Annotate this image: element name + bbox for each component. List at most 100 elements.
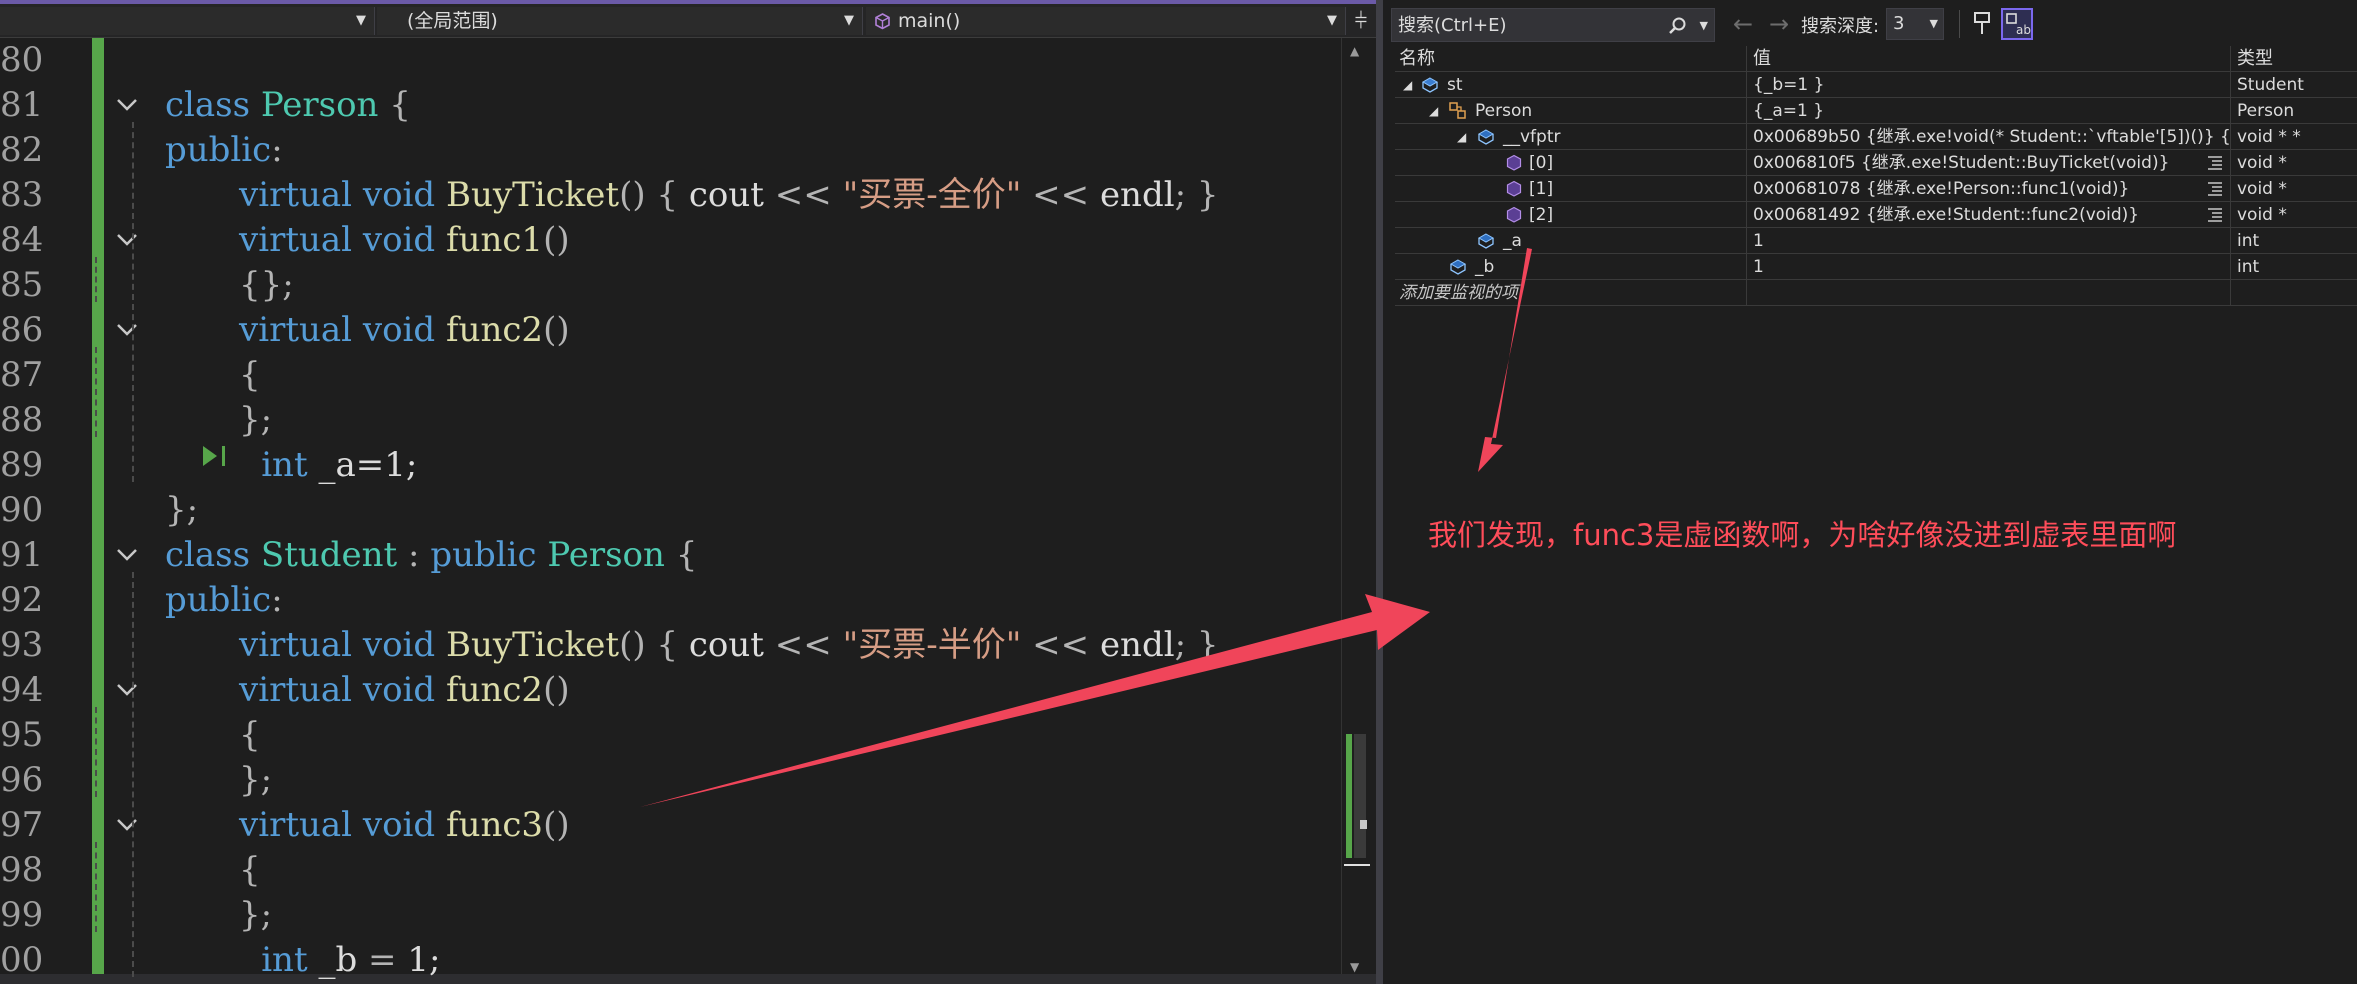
watch-value-cell[interactable]: 0x00681078 {继承.exe!Person::func1(void)}: [1747, 176, 2231, 202]
arrow-left-icon[interactable]: ←: [1733, 10, 1753, 38]
code-line[interactable]: virtual void BuyTicket() { cout << "买票-半…: [239, 623, 1219, 668]
nav-project-dropdown[interactable]: ▼: [0, 7, 375, 35]
run-to-cursor-icon[interactable]: [200, 442, 232, 470]
watch-value-cell[interactable]: 0x006810f5 {继承.exe!Student::BuyTicket(vo…: [1747, 150, 2231, 176]
collapse-triangle-icon[interactable]: ◢: [1403, 72, 1412, 98]
code-token: {: [656, 625, 679, 665]
line-number-gutter: 80 81 82 83 84 85 86 87 88 89 90 91 92 93 94 95 96 97 98 99…: [0, 38, 62, 984]
add-watch-placeholder[interactable]: 添加要监视的项: [1395, 280, 1747, 306]
fold-chevron-icon[interactable]: [113, 218, 141, 263]
add-watch-value-cell: [1747, 280, 2231, 306]
chevron-down-icon[interactable]: ▼: [1700, 9, 1708, 42]
fold-chevron-icon[interactable]: [113, 533, 141, 578]
code-line[interactable]: };: [239, 398, 272, 443]
code-token: BuyTicket: [446, 625, 620, 665]
code-line[interactable]: int _b = 1;: [261, 938, 440, 983]
scroll-up-arrow-icon[interactable]: ▲: [1350, 44, 1359, 58]
code-line[interactable]: virtual void func2(): [239, 668, 570, 713]
visualizer-icon[interactable]: [2206, 154, 2224, 170]
watch-row[interactable]: [1] 0x00681078 {继承.exe!Person::func1(void…: [1395, 176, 2357, 202]
watch-value: 0x00681078 {继承.exe!Person::func1(void)}: [1753, 179, 2130, 199]
watch-value-cell[interactable]: 0x00689b50 {继承.exe!void(* Student::`vfta…: [1747, 124, 2231, 150]
code-token: }: [1196, 175, 1219, 215]
search-icon[interactable]: [1668, 16, 1688, 36]
code-line[interactable]: class Person {: [165, 83, 411, 128]
code-line[interactable]: {};: [239, 263, 294, 308]
split-editor-icon[interactable]: ⫩: [1350, 8, 1372, 36]
watch-name-cell[interactable]: ◢ __vfptr: [1395, 124, 1747, 150]
editor-vertical-scrollbar[interactable]: ▲ ▼: [1341, 38, 1371, 984]
code-line[interactable]: virtual void func3(): [239, 803, 570, 848]
watch-value-cell[interactable]: 0x00681492 {继承.exe!Student::func2(void)}: [1747, 202, 2231, 228]
watch-row[interactable]: _a 1 int: [1395, 228, 2357, 254]
watch-row[interactable]: ◢ Person {_a=1 } Person: [1395, 98, 2357, 124]
code-line[interactable]: public:: [165, 578, 283, 623]
code-line[interactable]: int _a=1;: [261, 443, 417, 488]
add-watch-row[interactable]: 添加要监视的项: [1395, 280, 2357, 306]
watch-name: [0]: [1529, 153, 1554, 173]
scrollbar-thumb[interactable]: [1354, 734, 1366, 858]
pane-splitter[interactable]: [1376, 0, 1383, 984]
hex-display-icon[interactable]: ab: [2001, 8, 2033, 40]
watch-name-cell[interactable]: [1]: [1395, 176, 1747, 202]
visualizer-icon[interactable]: [2206, 206, 2224, 222]
watch-name-cell[interactable]: ◢ Person: [1395, 98, 1747, 124]
code-line[interactable]: {: [239, 713, 261, 758]
watch-value-cell[interactable]: {_a=1 }: [1747, 98, 2231, 124]
watch-name-cell[interactable]: _b: [1395, 254, 1747, 280]
watch-type: void *: [2237, 153, 2287, 173]
scrollbar-caret-marker: [1344, 864, 1370, 866]
code-line[interactable]: };: [239, 758, 272, 803]
column-header-value[interactable]: 值: [1747, 46, 2231, 72]
watch-value: {_b=1 }: [1753, 75, 1825, 95]
code-token: (): [619, 625, 646, 665]
scroll-down-arrow-icon[interactable]: ▼: [1350, 960, 1359, 974]
code-line[interactable]: {: [239, 848, 261, 893]
code-line[interactable]: };: [165, 488, 198, 533]
watch-type-cell: void *: [2231, 202, 2357, 228]
pin-icon[interactable]: [1969, 10, 1995, 38]
watch-name-cell[interactable]: [0]: [1395, 150, 1747, 176]
fold-chevron-icon[interactable]: [113, 83, 141, 128]
collapse-triangle-icon[interactable]: ◢: [1457, 124, 1466, 150]
watch-value-cell[interactable]: 1: [1747, 228, 2231, 254]
line-number: 97: [0, 805, 44, 845]
watch-row[interactable]: _b 1 int: [1395, 254, 2357, 280]
code-editor[interactable]: ▼ (全局范围) ▼ main() ▼ ⫩ 80 81 82 83 84 85 86 87 88…: [0, 0, 1376, 984]
watch-name: _a: [1503, 231, 1522, 251]
watch-value-cell[interactable]: 1: [1747, 254, 2231, 280]
column-header-type[interactable]: 类型: [2231, 46, 2357, 72]
watch-name-cell[interactable]: ◢ st: [1395, 72, 1747, 98]
watch-name: [1]: [1529, 179, 1554, 199]
watch-row[interactable]: ◢ __vfptr 0x00689b50 {继承.exe!void(* Studen…: [1395, 124, 2357, 150]
code-line[interactable]: public:: [165, 128, 283, 173]
code-token: ;: [1174, 175, 1187, 215]
visualizer-icon[interactable]: [2206, 180, 2224, 196]
fold-chevron-icon[interactable]: [113, 308, 141, 353]
watch-row[interactable]: [2] 0x00681492 {继承.exe!Student::func2(voi…: [1395, 202, 2357, 228]
code-line[interactable]: };: [239, 893, 272, 938]
watch-name-cell[interactable]: _a: [1395, 228, 1747, 254]
collapse-triangle-icon[interactable]: ◢: [1429, 98, 1438, 124]
code-token: Student: [260, 535, 398, 575]
nav-scope-dropdown[interactable]: (全局范围) ▼: [377, 7, 863, 35]
column-header-name[interactable]: 名称: [1395, 46, 1747, 72]
code-line[interactable]: virtual void func1(): [239, 218, 570, 263]
code-line[interactable]: class Student : public Person {: [165, 533, 697, 578]
field-icon: [1477, 233, 1495, 249]
code-token: {: [239, 850, 261, 890]
fold-chevron-icon[interactable]: [113, 803, 141, 848]
watch-row[interactable]: ◢ st {_b=1 } Student: [1395, 72, 2357, 98]
code-line[interactable]: {: [239, 353, 261, 398]
code-line[interactable]: virtual void func2(): [239, 308, 570, 353]
code-token: public: [430, 535, 537, 575]
fold-chevron-icon[interactable]: [113, 668, 141, 713]
watch-name-cell[interactable]: [2]: [1395, 202, 1747, 228]
watch-row[interactable]: [0] 0x006810f5 {继承.exe!Student::BuyTicket…: [1395, 150, 2357, 176]
nav-function-dropdown[interactable]: main() ▼: [866, 7, 1346, 35]
watch-search-input[interactable]: 搜索(Ctrl+E) ▼: [1391, 8, 1715, 42]
code-line[interactable]: virtual void BuyTicket() { cout << "买票-全…: [239, 173, 1219, 218]
watch-value-cell[interactable]: {_b=1 }: [1747, 72, 2231, 98]
search-depth-select[interactable]: 3 ▼: [1886, 8, 1944, 40]
arrow-right-icon[interactable]: →: [1769, 10, 1789, 38]
